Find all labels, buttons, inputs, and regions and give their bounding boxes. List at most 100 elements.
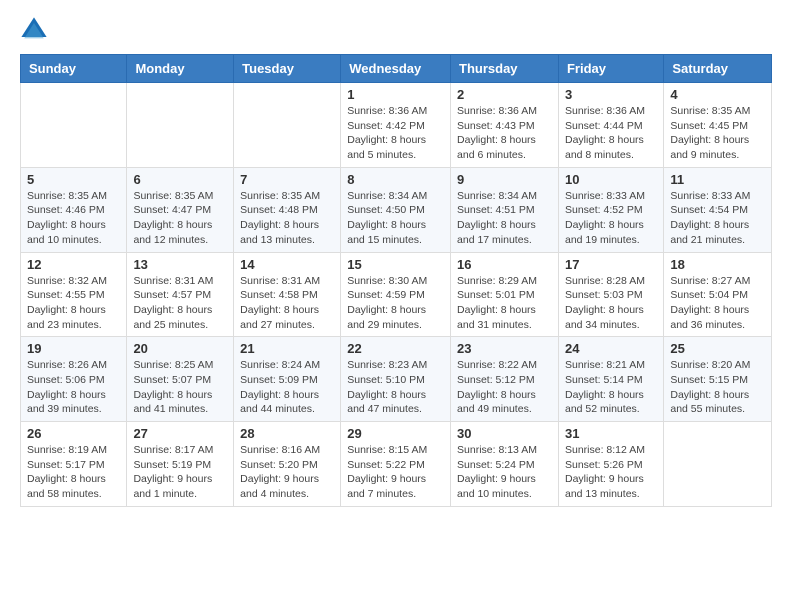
day-number: 27 xyxy=(133,426,227,441)
day-number: 9 xyxy=(457,172,552,187)
logo xyxy=(20,16,52,44)
day-info: Sunrise: 8:35 AM Sunset: 4:47 PM Dayligh… xyxy=(133,189,227,248)
calendar-cell: 14 Sunrise: 8:31 AM Sunset: 4:58 PM Dayli… xyxy=(234,252,341,337)
day-number: 1 xyxy=(347,87,444,102)
weekday-header: Saturday xyxy=(664,55,772,83)
calendar-cell xyxy=(127,83,234,168)
calendar-cell: 6 Sunrise: 8:35 AM Sunset: 4:47 PM Daylig… xyxy=(127,167,234,252)
weekday-header: Tuesday xyxy=(234,55,341,83)
day-number: 17 xyxy=(565,257,657,272)
day-number: 28 xyxy=(240,426,334,441)
calendar-week-row: 12 Sunrise: 8:32 AM Sunset: 4:55 PM Dayli… xyxy=(21,252,772,337)
calendar-cell: 9 Sunrise: 8:34 AM Sunset: 4:51 PM Daylig… xyxy=(451,167,559,252)
calendar-cell: 7 Sunrise: 8:35 AM Sunset: 4:48 PM Daylig… xyxy=(234,167,341,252)
calendar-cell: 3 Sunrise: 8:36 AM Sunset: 4:44 PM Daylig… xyxy=(558,83,663,168)
day-info: Sunrise: 8:32 AM Sunset: 4:55 PM Dayligh… xyxy=(27,274,120,333)
day-number: 5 xyxy=(27,172,120,187)
day-info: Sunrise: 8:34 AM Sunset: 4:51 PM Dayligh… xyxy=(457,189,552,248)
calendar-cell: 8 Sunrise: 8:34 AM Sunset: 4:50 PM Daylig… xyxy=(341,167,451,252)
day-info: Sunrise: 8:23 AM Sunset: 5:10 PM Dayligh… xyxy=(347,358,444,417)
day-info: Sunrise: 8:35 AM Sunset: 4:45 PM Dayligh… xyxy=(670,104,765,163)
calendar-cell: 11 Sunrise: 8:33 AM Sunset: 4:54 PM Dayli… xyxy=(664,167,772,252)
calendar-cell: 18Sunrise: 8:27 AM Sunset: 5:04 PM Dayli… xyxy=(664,252,772,337)
day-info: Sunrise: 8:28 AM Sunset: 5:03 PM Dayligh… xyxy=(565,274,657,333)
day-info: Sunrise: 8:26 AM Sunset: 5:06 PM Dayligh… xyxy=(27,358,120,417)
day-number: 21 xyxy=(240,341,334,356)
day-info: Sunrise: 8:35 AM Sunset: 4:46 PM Dayligh… xyxy=(27,189,120,248)
day-number: 7 xyxy=(240,172,334,187)
calendar-cell: 30 Sunrise: 8:13 AM Sunset: 5:24 PM Dayli… xyxy=(451,422,559,507)
day-number: 11 xyxy=(670,172,765,187)
day-number: 30 xyxy=(457,426,552,441)
calendar-table: SundayMondayTuesdayWednesdayThursdayFrid… xyxy=(20,54,772,507)
calendar-cell: 24 Sunrise: 8:21 AM Sunset: 5:14 PM Dayli… xyxy=(558,337,663,422)
day-number: 22 xyxy=(347,341,444,356)
calendar-cell: 28Sunrise: 8:16 AM Sunset: 5:20 PM Dayli… xyxy=(234,422,341,507)
day-info: Sunrise: 8:36 AM Sunset: 4:43 PM Dayligh… xyxy=(457,104,552,163)
calendar-cell: 31 Sunrise: 8:12 AM Sunset: 5:26 PM Dayli… xyxy=(558,422,663,507)
day-info: Sunrise: 8:25 AM Sunset: 5:07 PM Dayligh… xyxy=(133,358,227,417)
day-info: Sunrise: 8:33 AM Sunset: 4:52 PM Dayligh… xyxy=(565,189,657,248)
day-number: 25 xyxy=(670,341,765,356)
day-number: 20 xyxy=(133,341,227,356)
weekday-header: Wednesday xyxy=(341,55,451,83)
calendar-cell: 5 Sunrise: 8:35 AM Sunset: 4:46 PM Daylig… xyxy=(21,167,127,252)
day-number: 12 xyxy=(27,257,120,272)
calendar-cell: 1 Sunrise: 8:36 AM Sunset: 4:42 PM Daylig… xyxy=(341,83,451,168)
day-info: Sunrise: 8:13 AM Sunset: 5:24 PM Dayligh… xyxy=(457,443,552,502)
day-info: Sunrise: 8:12 AM Sunset: 5:26 PM Dayligh… xyxy=(565,443,657,502)
page: SundayMondayTuesdayWednesdayThursdayFrid… xyxy=(0,0,792,523)
calendar-cell: 29 Sunrise: 8:15 AM Sunset: 5:22 PM Dayli… xyxy=(341,422,451,507)
day-info: Sunrise: 8:36 AM Sunset: 4:44 PM Dayligh… xyxy=(565,104,657,163)
day-number: 29 xyxy=(347,426,444,441)
calendar-cell: 13Sunrise: 8:31 AM Sunset: 4:57 PM Dayli… xyxy=(127,252,234,337)
weekday-header: Friday xyxy=(558,55,663,83)
day-info: Sunrise: 8:15 AM Sunset: 5:22 PM Dayligh… xyxy=(347,443,444,502)
calendar-cell: 27 Sunrise: 8:17 AM Sunset: 5:19 PM Dayli… xyxy=(127,422,234,507)
day-info: Sunrise: 8:33 AM Sunset: 4:54 PM Dayligh… xyxy=(670,189,765,248)
day-info: Sunrise: 8:17 AM Sunset: 5:19 PM Dayligh… xyxy=(133,443,227,502)
calendar-cell: 15Sunrise: 8:30 AM Sunset: 4:59 PM Dayli… xyxy=(341,252,451,337)
calendar-cell: 25 Sunrise: 8:20 AM Sunset: 5:15 PM Dayli… xyxy=(664,337,772,422)
calendar-cell: 10 Sunrise: 8:33 AM Sunset: 4:52 PM Dayli… xyxy=(558,167,663,252)
calendar-cell: 22 Sunrise: 8:23 AM Sunset: 5:10 PM Dayli… xyxy=(341,337,451,422)
weekday-header: Monday xyxy=(127,55,234,83)
calendar-cell: 20 Sunrise: 8:25 AM Sunset: 5:07 PM Dayli… xyxy=(127,337,234,422)
calendar-week-row: 26 Sunrise: 8:19 AM Sunset: 5:17 PM Dayli… xyxy=(21,422,772,507)
day-info: Sunrise: 8:36 AM Sunset: 4:42 PM Dayligh… xyxy=(347,104,444,163)
day-number: 6 xyxy=(133,172,227,187)
day-number: 10 xyxy=(565,172,657,187)
day-number: 13 xyxy=(133,257,227,272)
day-number: 2 xyxy=(457,87,552,102)
day-info: Sunrise: 8:34 AM Sunset: 4:50 PM Dayligh… xyxy=(347,189,444,248)
calendar-cell: 4 Sunrise: 8:35 AM Sunset: 4:45 PM Daylig… xyxy=(664,83,772,168)
day-number: 23 xyxy=(457,341,552,356)
logo-icon xyxy=(20,16,48,44)
day-number: 31 xyxy=(565,426,657,441)
weekday-header-row: SundayMondayTuesdayWednesdayThursdayFrid… xyxy=(21,55,772,83)
day-info: Sunrise: 8:24 AM Sunset: 5:09 PM Dayligh… xyxy=(240,358,334,417)
calendar-cell: 19 Sunrise: 8:26 AM Sunset: 5:06 PM Dayli… xyxy=(21,337,127,422)
calendar-cell xyxy=(21,83,127,168)
day-number: 18 xyxy=(670,257,765,272)
day-info: Sunrise: 8:20 AM Sunset: 5:15 PM Dayligh… xyxy=(670,358,765,417)
calendar-cell: 26 Sunrise: 8:19 AM Sunset: 5:17 PM Dayli… xyxy=(21,422,127,507)
header xyxy=(20,16,772,44)
day-number: 15 xyxy=(347,257,444,272)
calendar-cell: 2 Sunrise: 8:36 AM Sunset: 4:43 PM Daylig… xyxy=(451,83,559,168)
day-number: 3 xyxy=(565,87,657,102)
day-number: 26 xyxy=(27,426,120,441)
day-number: 24 xyxy=(565,341,657,356)
day-number: 8 xyxy=(347,172,444,187)
calendar-week-row: 1 Sunrise: 8:36 AM Sunset: 4:42 PM Daylig… xyxy=(21,83,772,168)
day-info: Sunrise: 8:31 AM Sunset: 4:58 PM Dayligh… xyxy=(240,274,334,333)
day-number: 4 xyxy=(670,87,765,102)
calendar-week-row: 5 Sunrise: 8:35 AM Sunset: 4:46 PM Daylig… xyxy=(21,167,772,252)
calendar-cell: 23Sunrise: 8:22 AM Sunset: 5:12 PM Dayli… xyxy=(451,337,559,422)
day-info: Sunrise: 8:19 AM Sunset: 5:17 PM Dayligh… xyxy=(27,443,120,502)
day-number: 14 xyxy=(240,257,334,272)
day-number: 19 xyxy=(27,341,120,356)
day-info: Sunrise: 8:21 AM Sunset: 5:14 PM Dayligh… xyxy=(565,358,657,417)
day-info: Sunrise: 8:35 AM Sunset: 4:48 PM Dayligh… xyxy=(240,189,334,248)
calendar-cell: 21 Sunrise: 8:24 AM Sunset: 5:09 PM Dayli… xyxy=(234,337,341,422)
